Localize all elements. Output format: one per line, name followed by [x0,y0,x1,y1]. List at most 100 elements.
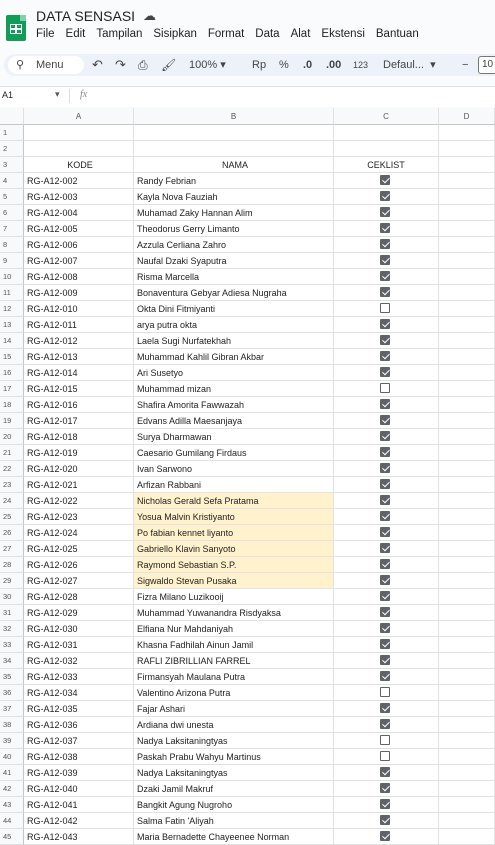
column-header-d[interactable]: D [439,108,495,125]
nama-cell[interactable]: Dzaki Jamil Makruf [134,781,334,797]
checkbox-checked[interactable] [380,463,390,473]
ceklist-cell[interactable] [334,365,439,381]
kode-cell[interactable]: RG-A12-033 [24,669,134,685]
header-ceklist[interactable]: CEKLIST [334,157,439,173]
nama-cell[interactable]: Sigwaldo Stevan Pusaka [134,573,334,589]
ceklist-cell[interactable] [334,189,439,205]
row-number[interactable]: 9 [0,253,24,269]
kode-cell[interactable]: RG-A12-020 [24,461,134,477]
checkbox-unchecked[interactable] [380,735,390,745]
ceklist-cell[interactable] [334,397,439,413]
nama-cell[interactable]: Muhamad Zaky Hannan Alim [134,205,334,221]
checkbox-unchecked[interactable] [380,751,390,761]
font-size-decrease-button[interactable]: − [462,54,468,76]
ceklist-cell[interactable] [334,557,439,573]
menu-item-edit[interactable]: Edit [66,28,86,40]
menu-item-ekstensi[interactable]: Ekstensi [321,28,364,40]
nama-cell[interactable]: Ivan Sarwono [134,461,334,477]
ceklist-cell[interactable] [334,605,439,621]
row-number[interactable]: 27 [0,541,24,557]
nama-cell[interactable]: RAFLI ZIBRILLIAN FARREL [134,653,334,669]
checkbox-checked[interactable] [380,591,390,601]
kode-cell[interactable]: RG-A12-029 [24,605,134,621]
ceklist-cell[interactable] [334,621,439,637]
checkbox-checked[interactable] [380,719,390,729]
kode-cell[interactable]: RG-A12-025 [24,541,134,557]
redo-icon[interactable]: ↷ [115,54,126,76]
ceklist-cell[interactable] [334,525,439,541]
nama-cell[interactable]: Maria Bernadette Chayeenee Norman [134,829,334,845]
row-number[interactable]: 42 [0,781,24,797]
ceklist-cell[interactable] [334,589,439,605]
cell[interactable] [439,397,495,413]
cell[interactable] [439,685,495,701]
kode-cell[interactable]: RG-A12-007 [24,253,134,269]
header-kode[interactable]: KODE [24,157,134,173]
checkbox-checked[interactable] [380,639,390,649]
sheets-logo-icon[interactable] [6,15,26,41]
nama-cell[interactable]: Nicholas Gerald Sefa Pratama [134,493,334,509]
kode-cell[interactable]: RG-A12-043 [24,829,134,845]
kode-cell[interactable]: RG-A12-004 [24,205,134,221]
cell[interactable] [439,269,495,285]
row-number[interactable]: 26 [0,525,24,541]
nama-cell[interactable]: Nadya Laksitaningtyas [134,765,334,781]
cell[interactable] [439,301,495,317]
kode-cell[interactable]: RG-A12-024 [24,525,134,541]
checkbox-checked[interactable] [380,479,390,489]
ceklist-cell[interactable] [334,173,439,189]
nama-cell[interactable]: arya putra okta [134,317,334,333]
nama-cell[interactable]: Gabriello Klavin Sanyoto [134,541,334,557]
kode-cell[interactable]: RG-A12-016 [24,397,134,413]
kode-cell[interactable]: RG-A12-030 [24,621,134,637]
checkbox-checked[interactable] [380,543,390,553]
cell[interactable] [439,445,495,461]
ceklist-cell[interactable] [334,253,439,269]
menu-item-data[interactable]: Data [255,28,279,40]
cell[interactable] [439,253,495,269]
cloud-status-icon[interactable]: ☁ [143,8,156,24]
nama-cell[interactable]: Surya Dharmawan [134,429,334,445]
cell[interactable] [439,157,495,173]
kode-cell[interactable]: RG-A12-021 [24,477,134,493]
cell[interactable] [134,125,334,141]
kode-cell[interactable]: RG-A12-013 [24,349,134,365]
checkbox-checked[interactable] [380,767,390,777]
checkbox-checked[interactable] [380,703,390,713]
kode-cell[interactable]: RG-A12-028 [24,589,134,605]
nama-cell[interactable]: Okta Dini Fitmiyanti [134,301,334,317]
checkbox-checked[interactable] [380,671,390,681]
row-number[interactable]: 24 [0,493,24,509]
cell[interactable] [439,701,495,717]
kode-cell[interactable]: RG-A12-037 [24,733,134,749]
row-number[interactable]: 16 [0,365,24,381]
row-number[interactable]: 45 [0,829,24,845]
cell[interactable] [439,589,495,605]
ceklist-cell[interactable] [334,797,439,813]
checkbox-checked[interactable] [380,447,390,457]
cell[interactable] [334,141,439,157]
ceklist-cell[interactable] [334,493,439,509]
row-number[interactable]: 35 [0,669,24,685]
ceklist-cell[interactable] [334,349,439,365]
ceklist-cell[interactable] [334,429,439,445]
ceklist-cell[interactable] [334,509,439,525]
column-header-a[interactable]: A [24,108,134,125]
kode-cell[interactable]: RG-A12-032 [24,653,134,669]
nama-cell[interactable]: Shafira Amorita Fawwazah [134,397,334,413]
kode-cell[interactable]: RG-A12-040 [24,781,134,797]
ceklist-cell[interactable] [334,445,439,461]
cell[interactable] [439,477,495,493]
row-number[interactable]: 31 [0,605,24,621]
nama-cell[interactable]: Yosua Malvin Kristiyanto [134,509,334,525]
kode-cell[interactable]: RG-A12-015 [24,381,134,397]
checkbox-checked[interactable] [380,415,390,425]
menu-item-alat[interactable]: Alat [291,28,311,40]
row-number[interactable]: 29 [0,573,24,589]
row-number[interactable]: 21 [0,445,24,461]
cell[interactable] [439,717,495,733]
cell[interactable] [439,669,495,685]
print-icon[interactable]: ⎙ [138,54,148,76]
cell[interactable] [439,333,495,349]
kode-cell[interactable]: RG-A12-017 [24,413,134,429]
